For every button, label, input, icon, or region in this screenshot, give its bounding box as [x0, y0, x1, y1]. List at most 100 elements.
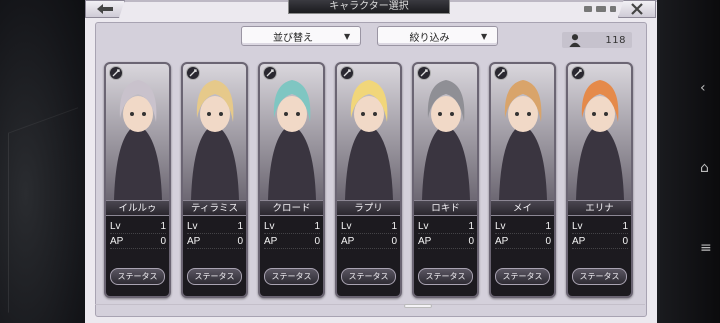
ap-value: 0	[391, 236, 397, 247]
character-name: メイ	[491, 200, 554, 216]
sort-dropdown[interactable]: 並び替え ▼	[241, 26, 361, 46]
filter-dropdown[interactable]: 絞り込み ▼	[377, 26, 498, 46]
portrait-illustration	[414, 64, 477, 200]
character-card[interactable]: ラプリ Lv 1 AP 0 ステータス	[335, 62, 402, 298]
ap-row: AP 0	[418, 234, 474, 249]
status-button[interactable]: ステータス	[264, 268, 319, 285]
character-name: ロキド	[414, 200, 477, 216]
ap-value: 0	[237, 236, 243, 247]
chevron-down-icon: ▼	[344, 31, 351, 41]
character-name: ラプリ	[337, 200, 400, 216]
level-label: Lv	[341, 221, 352, 232]
back-arrow-icon	[97, 4, 113, 14]
ap-value: 0	[468, 236, 474, 247]
screen-icon	[584, 6, 592, 12]
class-type-icon	[340, 66, 354, 80]
character-card[interactable]: ティラミス Lv 1 AP 0 ステータス	[181, 62, 248, 298]
signal-icon	[596, 6, 606, 12]
class-type-icon	[109, 66, 123, 80]
character-card[interactable]: イルルゥ Lv 1 AP 0 ステータス	[104, 62, 171, 298]
ap-label: AP	[264, 236, 278, 247]
character-portrait	[337, 64, 400, 200]
portrait-illustration	[106, 64, 169, 200]
ap-row: AP 0	[187, 234, 243, 249]
portrait-illustration	[337, 64, 400, 200]
portrait-illustration	[183, 64, 246, 200]
level-value: 1	[314, 221, 320, 232]
level-value: 1	[622, 221, 628, 232]
ap-label: AP	[418, 236, 432, 247]
character-name: ティラミス	[183, 200, 246, 216]
ap-label: AP	[187, 236, 201, 247]
status-button[interactable]: ステータス	[572, 268, 627, 285]
ap-value: 0	[622, 236, 628, 247]
character-stats: Lv 1 AP 0	[341, 219, 397, 249]
character-card[interactable]: クロード Lv 1 AP 0 ステータス	[258, 62, 325, 298]
character-stats: Lv 1 AP 0	[418, 219, 474, 249]
character-portrait	[414, 64, 477, 200]
character-stats: Lv 1 AP 0	[187, 219, 243, 249]
class-type-icon	[263, 66, 277, 80]
back-button[interactable]	[85, 0, 125, 18]
wifi-icon	[610, 6, 616, 12]
system-nav-bar: ‹ ⌂ ≡	[700, 80, 720, 320]
character-stats: Lv 1 AP 0	[495, 219, 551, 249]
ap-row: AP 0	[110, 234, 166, 249]
character-portrait	[568, 64, 631, 200]
page-title: キャラクター選択	[288, 0, 450, 14]
character-card[interactable]: エリナ Lv 1 AP 0 ステータス	[566, 62, 633, 298]
level-row: Lv 1	[187, 219, 243, 234]
ap-row: AP 0	[572, 234, 628, 249]
status-button[interactable]: ステータス	[110, 268, 165, 285]
level-row: Lv 1	[341, 219, 397, 234]
level-value: 1	[237, 221, 243, 232]
ap-row: AP 0	[264, 234, 320, 249]
level-label: Lv	[264, 221, 275, 232]
menu-nav-icon[interactable]: ≡	[700, 240, 720, 320]
back-nav-icon[interactable]: ‹	[700, 80, 720, 160]
level-row: Lv 1	[572, 219, 628, 234]
character-stats: Lv 1 AP 0	[110, 219, 166, 249]
close-icon	[631, 3, 643, 15]
portrait-illustration	[491, 64, 554, 200]
close-button[interactable]	[618, 0, 656, 18]
character-portrait	[106, 64, 169, 200]
level-value: 1	[391, 221, 397, 232]
class-type-icon	[494, 66, 508, 80]
level-row: Lv 1	[264, 219, 320, 234]
chevron-down-icon: ▼	[481, 31, 488, 41]
person-icon	[569, 34, 581, 47]
level-label: Lv	[187, 221, 198, 232]
ap-row: AP 0	[341, 234, 397, 249]
panel-bottom-line	[95, 304, 645, 305]
class-type-icon	[571, 66, 585, 80]
home-nav-icon[interactable]: ⌂	[700, 160, 720, 240]
status-button[interactable]: ステータス	[418, 268, 473, 285]
status-button[interactable]: ステータス	[187, 268, 242, 285]
ap-label: AP	[495, 236, 509, 247]
character-portrait	[260, 64, 323, 200]
character-card[interactable]: ロキド Lv 1 AP 0 ステータス	[412, 62, 479, 298]
ap-label: AP	[572, 236, 586, 247]
ap-label: AP	[110, 236, 124, 247]
filter-dropdown-label: 絞り込み	[409, 32, 450, 44]
background-ornament	[8, 107, 78, 313]
scroll-indicator[interactable]	[404, 304, 432, 308]
level-label: Lv	[418, 221, 429, 232]
character-name: クロード	[260, 200, 323, 216]
character-card[interactable]: メイ Lv 1 AP 0 ステータス	[489, 62, 556, 298]
ap-value: 0	[160, 236, 166, 247]
character-name: イルルゥ	[106, 200, 169, 216]
status-button[interactable]: ステータス	[341, 268, 396, 285]
portrait-illustration	[568, 64, 631, 200]
level-value: 1	[545, 221, 551, 232]
status-button[interactable]: ステータス	[495, 268, 550, 285]
level-row: Lv 1	[110, 219, 166, 234]
ap-value: 0	[545, 236, 551, 247]
portrait-illustration	[260, 64, 323, 200]
level-row: Lv 1	[495, 219, 551, 234]
level-value: 1	[160, 221, 166, 232]
character-stats: Lv 1 AP 0	[264, 219, 320, 249]
level-label: Lv	[572, 221, 583, 232]
character-portrait	[491, 64, 554, 200]
